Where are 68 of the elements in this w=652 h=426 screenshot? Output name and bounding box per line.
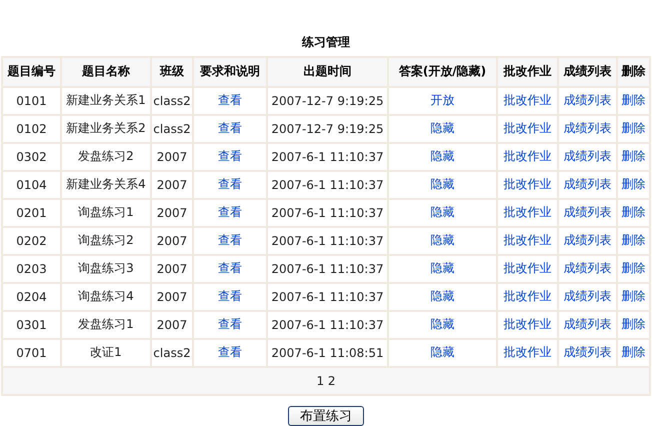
- visibility-link[interactable]: 隐藏: [430, 205, 454, 220]
- table-cell: 2007: [151, 198, 193, 227]
- column-header: 题目名称: [61, 56, 151, 87]
- column-header: 答案(开放/隐藏): [388, 56, 497, 87]
- table-cell: 2007: [151, 142, 193, 171]
- page-title: 练习管理: [302, 34, 350, 51]
- table-cell: 2007: [151, 226, 193, 255]
- table-cell: 0301: [2, 310, 61, 339]
- table-cell: 0302: [2, 142, 61, 171]
- table-cell: 2007-6-1 11:10:37: [267, 310, 388, 339]
- view-link[interactable]: 查看: [218, 317, 242, 332]
- table-cell: 0203: [2, 254, 61, 283]
- view-link[interactable]: 查看: [218, 205, 242, 220]
- table-cell: 2007-6-1 11:10:37: [267, 282, 388, 311]
- visibility-link[interactable]: 隐藏: [430, 261, 454, 276]
- table-cell: 0104: [2, 170, 61, 199]
- table-cell: 2007-12-7 9:19:25: [267, 114, 388, 143]
- table-cell: 2007-12-7 9:19:25: [267, 86, 388, 115]
- table-cell: 询盘练习3: [61, 254, 151, 283]
- visibility-link[interactable]: 隐藏: [430, 345, 454, 360]
- table-cell: 2007-6-1 11:10:37: [267, 198, 388, 227]
- table-cell: 2007: [151, 170, 193, 199]
- view-link[interactable]: 查看: [218, 261, 242, 276]
- column-header: 出题时间: [267, 56, 388, 87]
- visibility-link[interactable]: 隐藏: [430, 317, 454, 332]
- table-cell: 新建业务关系4: [61, 170, 151, 199]
- column-header: 成绩列表: [558, 56, 617, 87]
- table-cell: 2007-6-1 11:10:37: [267, 254, 388, 283]
- column-header: 要求和说明: [193, 56, 267, 87]
- table-cell: 0101: [2, 86, 61, 115]
- table-cell: 0201: [2, 198, 61, 227]
- table-cell: 0202: [2, 226, 61, 255]
- visibility-link[interactable]: 隐藏: [430, 149, 454, 164]
- view-link[interactable]: 查看: [218, 93, 242, 108]
- visibility-link[interactable]: 隐藏: [430, 121, 454, 136]
- table-cell: 2007: [151, 254, 193, 283]
- table-cell: 新建业务关系1: [61, 86, 151, 115]
- table-cell: 新建业务关系2: [61, 114, 151, 143]
- table-cell: 发盘练习1: [61, 310, 151, 339]
- visibility-link[interactable]: 隐藏: [430, 177, 454, 192]
- table-cell: 0204: [2, 282, 61, 311]
- pagination[interactable]: 1 2: [2, 366, 650, 395]
- column-header: 删除: [617, 56, 650, 87]
- table-cell: 0102: [2, 114, 61, 143]
- table-cell: 2007: [151, 310, 193, 339]
- table-cell: class2: [151, 114, 193, 143]
- column-header: 班级: [151, 56, 193, 87]
- visibility-link[interactable]: 隐藏: [430, 233, 454, 248]
- table-cell: 2007-6-1 11:10:37: [267, 170, 388, 199]
- table-cell: 询盘练习2: [61, 226, 151, 255]
- table-cell: 发盘练习2: [61, 142, 151, 171]
- view-link[interactable]: 查看: [218, 345, 242, 360]
- assign-exercise-button[interactable]: 布置练习: [288, 406, 364, 426]
- table-cell: 2007-6-1 11:10:37: [267, 142, 388, 171]
- table-cell: 询盘练习1: [61, 198, 151, 227]
- view-link[interactable]: 查看: [218, 121, 242, 136]
- view-link[interactable]: 查看: [218, 289, 242, 304]
- view-link[interactable]: 查看: [218, 177, 242, 192]
- column-header: 题目编号: [2, 56, 61, 87]
- table-cell: 询盘练习4: [61, 282, 151, 311]
- visibility-link[interactable]: 开放: [430, 93, 454, 108]
- table-cell: 2007: [151, 282, 193, 311]
- view-link[interactable]: 查看: [218, 149, 242, 164]
- table-cell: class2: [151, 86, 193, 115]
- view-link[interactable]: 查看: [218, 233, 242, 248]
- column-header: 批改作业: [497, 56, 558, 87]
- table-cell: 2007-6-1 11:10:37: [267, 226, 388, 255]
- visibility-link[interactable]: 隐藏: [430, 289, 454, 304]
